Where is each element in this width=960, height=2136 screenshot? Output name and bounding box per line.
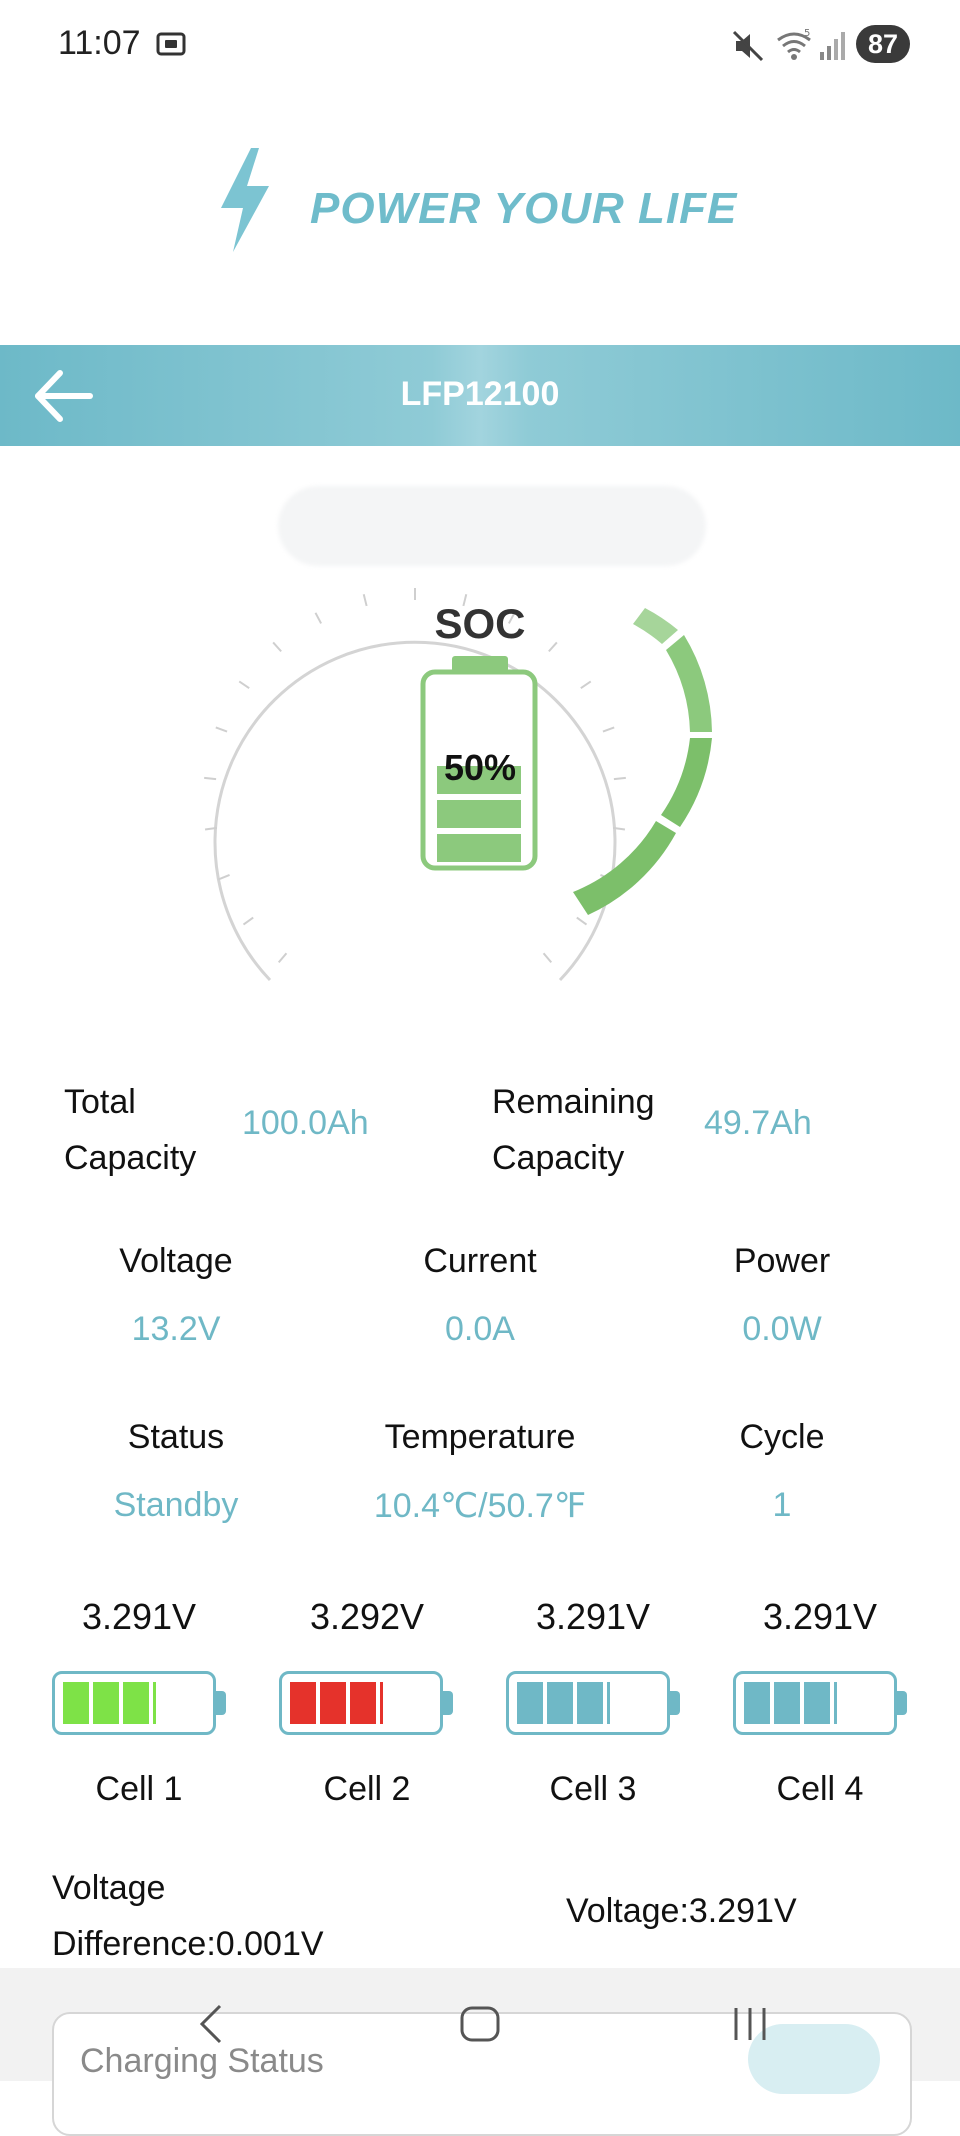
cell-2-seg xyxy=(290,1682,316,1724)
cell-1-seg xyxy=(153,1682,156,1724)
cell-4-seg xyxy=(774,1682,800,1724)
cell-1-voltage: 3.291V xyxy=(81,1596,197,1637)
gauge-tick xyxy=(277,952,288,964)
cell-1-seg xyxy=(93,1682,119,1724)
status-label: Status xyxy=(127,1418,225,1456)
header-bar: LFP12100 xyxy=(0,345,960,446)
remaining-capacity-label: Remaining Capacity xyxy=(492,1074,655,1186)
remaining-capacity-label-line1: Remaining xyxy=(492,1083,655,1121)
cell-voltage-summary: Voltage:3.291V xyxy=(566,1892,797,1930)
cell-4-battery-tip xyxy=(897,1691,907,1715)
gauge-tick xyxy=(218,873,230,881)
cell-3-voltage: 3.291V xyxy=(535,1596,651,1637)
signal-icon xyxy=(820,32,845,60)
gauge-segment-1 xyxy=(633,608,678,644)
gauge-tick xyxy=(242,916,254,926)
cell-2-battery-tip xyxy=(443,1691,453,1715)
current-label: Current xyxy=(423,1242,537,1280)
cell-2-seg xyxy=(380,1682,383,1724)
status-time: 11:07 xyxy=(58,24,141,62)
gauge-tick xyxy=(542,952,553,964)
cell-3-seg xyxy=(517,1682,543,1724)
temperature-value: 10.4℃/50.7℉ xyxy=(373,1487,587,1525)
gauge-tick xyxy=(580,680,592,689)
cell-4-name: Cell 4 xyxy=(776,1770,864,1808)
voltage-label: Voltage xyxy=(119,1242,233,1280)
page-title: LFP12100 xyxy=(400,375,560,413)
cell-4-seg xyxy=(744,1682,770,1724)
battery-bar-3 xyxy=(437,834,521,862)
lightning-bolt-icon xyxy=(221,148,269,252)
voltage-value: 13.2V xyxy=(131,1310,221,1348)
cell-3-seg xyxy=(547,1682,573,1724)
battery-bar-2 xyxy=(437,800,521,828)
blurred-banner xyxy=(278,486,706,566)
gauge-tick xyxy=(314,612,322,624)
cell-1-seg xyxy=(63,1682,89,1724)
total-capacity-label: Total Capacity xyxy=(64,1074,196,1186)
total-capacity-label-line1: Total xyxy=(64,1083,136,1121)
cell-3-name: Cell 3 xyxy=(549,1770,637,1808)
temperature-label: Temperature xyxy=(384,1418,576,1456)
cell-4-battery-icon xyxy=(733,1671,897,1735)
status-value: Standby xyxy=(113,1486,239,1524)
cycle-label: Cycle xyxy=(739,1418,825,1456)
power-value: 0.0W xyxy=(742,1310,822,1348)
cell-1-battery-icon xyxy=(52,1671,216,1735)
voltage-difference-line1: Voltage xyxy=(52,1869,166,1907)
status-bar: 11:07 5 87 xyxy=(0,0,960,90)
gauge-tick xyxy=(204,776,217,781)
gauge-ring xyxy=(213,640,617,982)
gauge-tick xyxy=(613,776,626,781)
nav-recent-apps-icon[interactable] xyxy=(728,2006,772,2042)
brand-tagline: POWER YOUR LIFE xyxy=(310,184,738,233)
cell-2-seg xyxy=(350,1682,376,1724)
cell-2-name: Cell 2 xyxy=(323,1770,411,1808)
gauge-tick xyxy=(576,916,588,926)
gauge-tick xyxy=(238,680,250,689)
gauge-tick xyxy=(215,726,228,733)
gauge-tick xyxy=(272,641,282,653)
cell-3-battery-icon xyxy=(506,1671,670,1735)
gauge-segment-3 xyxy=(661,738,712,827)
remaining-capacity-value: 49.7Ah xyxy=(704,1104,812,1142)
cell-1-battery-tip xyxy=(216,1691,226,1715)
voltage-difference: Voltage Difference:0.001V xyxy=(52,1860,324,1972)
battery-badge: 87 xyxy=(856,25,910,63)
gauge-segment-4 xyxy=(573,821,676,915)
mute-icon xyxy=(732,30,764,62)
total-capacity-label-line2: Capacity xyxy=(64,1139,197,1177)
battery-level: 87 xyxy=(867,28,899,59)
svg-text:5: 5 xyxy=(804,28,810,39)
cell-3-seg xyxy=(577,1682,603,1724)
charging-status-label: Charging Status xyxy=(80,2042,324,2080)
current-value: 0.0A xyxy=(445,1310,515,1348)
cell-4-seg xyxy=(834,1682,837,1724)
cycle-value: 1 xyxy=(772,1486,792,1524)
wifi-icon: 5 xyxy=(777,28,811,60)
cell-2-battery-icon xyxy=(279,1671,443,1735)
screen-record-icon xyxy=(156,32,186,56)
power-label: Power xyxy=(733,1242,831,1280)
gauge-tick xyxy=(362,594,368,607)
total-capacity-value: 100.0Ah xyxy=(242,1104,369,1142)
nav-home-icon[interactable] xyxy=(458,2004,502,2044)
cell-2-voltage: 3.292V xyxy=(309,1596,425,1637)
gauge-tick xyxy=(602,726,615,733)
cell-4-voltage: 3.291V xyxy=(762,1596,878,1637)
cell-2-seg xyxy=(320,1682,346,1724)
cell-1-name: Cell 1 xyxy=(95,1770,183,1808)
cell-3-battery-tip xyxy=(670,1691,680,1715)
cell-3-seg xyxy=(607,1682,610,1724)
gauge-segment-2 xyxy=(666,635,712,732)
cell-1-seg xyxy=(123,1682,149,1724)
voltage-difference-line2: Difference:0.001V xyxy=(52,1925,324,1963)
nav-back-icon[interactable] xyxy=(192,2002,232,2046)
remaining-capacity-label-line2: Capacity xyxy=(492,1139,625,1177)
soc-label: SOC xyxy=(434,600,526,647)
soc-percent: 50% xyxy=(444,747,516,788)
cell-4-seg xyxy=(804,1682,830,1724)
